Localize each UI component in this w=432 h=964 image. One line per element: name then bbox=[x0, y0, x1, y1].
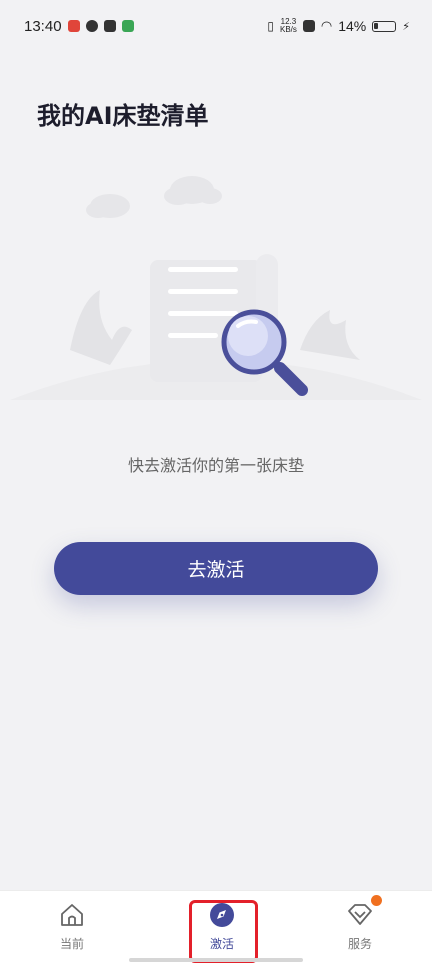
bottom-nav: 当前 激活 服务 bbox=[0, 890, 432, 964]
nav-item-current[interactable]: 当前 bbox=[32, 901, 112, 957]
notification-badge bbox=[371, 895, 382, 906]
status-right: ▯ 12.3 KB/s ◠ 14% ⚡ bbox=[267, 18, 410, 35]
nav-label-activate: 激活 bbox=[209, 937, 234, 951]
vibrate-icon: ▯ bbox=[267, 19, 274, 33]
cloud-right-icon bbox=[164, 176, 222, 205]
status-time: 13:40 bbox=[24, 17, 62, 35]
game-notification-icon bbox=[121, 20, 134, 32]
empty-list-illustration bbox=[10, 176, 422, 400]
status-left: 13:40 bbox=[24, 18, 134, 35]
message-notification-icon bbox=[103, 20, 116, 32]
battery-percent: 14% bbox=[338, 18, 367, 34]
activate-button[interactable]: 去激活 bbox=[54, 542, 378, 595]
plant-right-icon bbox=[300, 310, 360, 360]
nav-label-current: 当前 bbox=[59, 937, 84, 951]
sim-icon bbox=[302, 20, 315, 32]
cloud-left-icon bbox=[86, 194, 130, 218]
service-icon bbox=[346, 895, 382, 929]
status-bar: 13:40 ▯ 12.3 KB/s ◠ 14% ⚡ bbox=[0, 0, 432, 52]
link-notification-icon bbox=[85, 20, 98, 32]
nav-label-service: 服务 bbox=[347, 937, 372, 951]
app-notification-icon bbox=[67, 20, 80, 32]
nav-item-activate[interactable]: 激活 bbox=[182, 901, 262, 957]
charging-icon: ⚡ bbox=[402, 19, 410, 33]
compass-icon bbox=[208, 901, 236, 929]
home-icon bbox=[58, 901, 86, 929]
wifi-icon: ◠ bbox=[320, 18, 333, 34]
battery-icon bbox=[372, 20, 397, 32]
empty-state-message: 快去激活你的第一张床垫 bbox=[127, 456, 304, 475]
nav-item-service[interactable]: 服务 bbox=[320, 895, 400, 957]
plant-left-icon bbox=[70, 290, 132, 365]
page-title: 我的AI床垫清单 bbox=[37, 102, 209, 130]
network-speed: 12.3 KB/s bbox=[280, 18, 297, 34]
network-speed-unit: KB/s bbox=[279, 25, 297, 34]
home-indicator bbox=[129, 958, 303, 962]
